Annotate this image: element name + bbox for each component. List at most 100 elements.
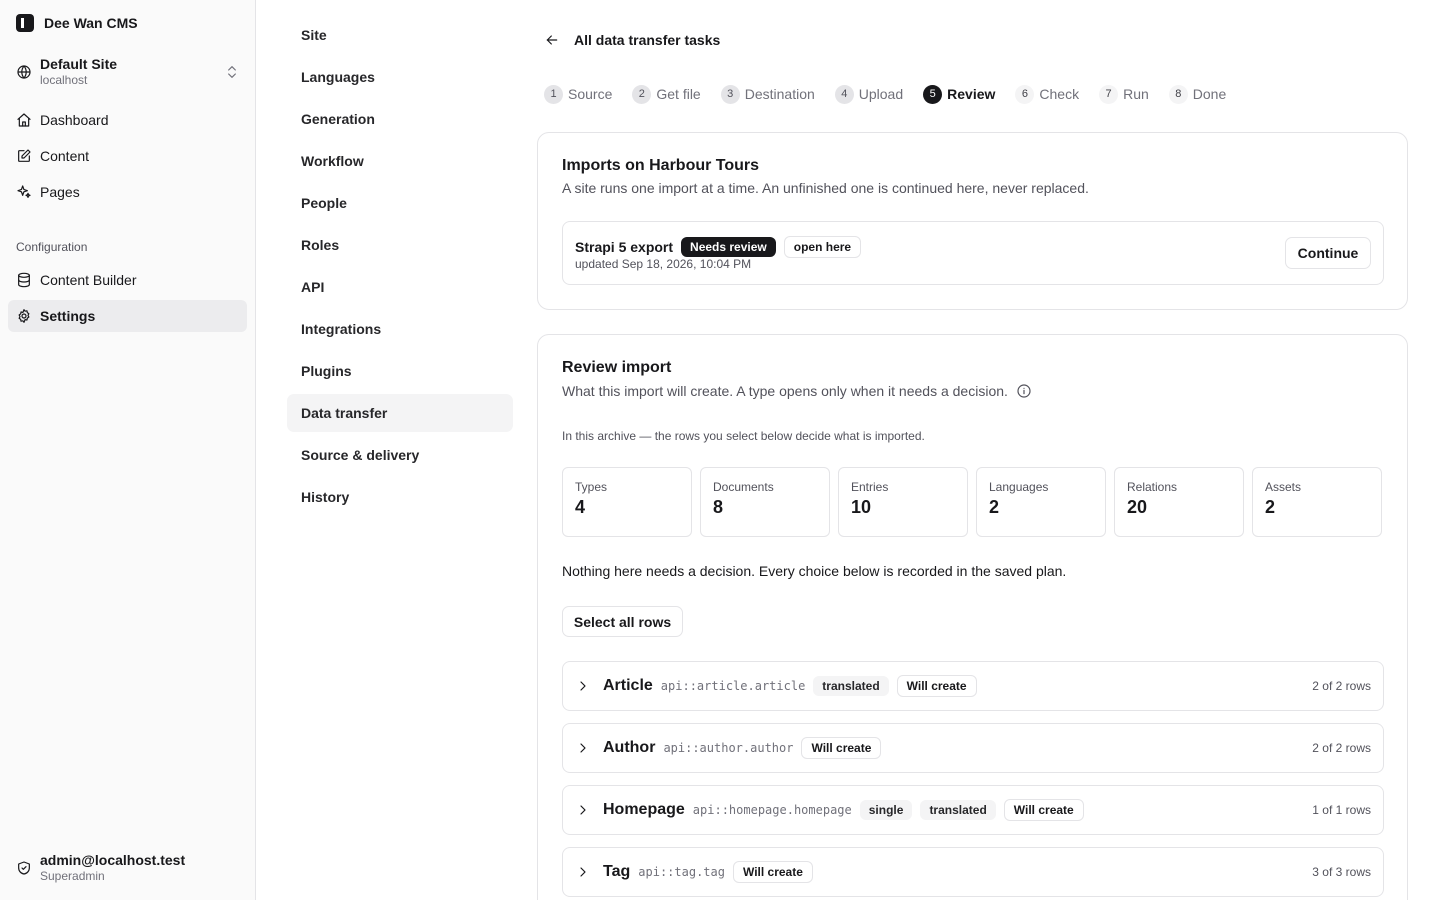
continue-button[interactable]: Continue	[1285, 237, 1371, 269]
step-source[interactable]: 1 Source	[544, 84, 613, 104]
nav-item-content[interactable]: Content	[8, 140, 247, 172]
nav-item-dashboard[interactable]: Dashboard	[8, 104, 247, 136]
archive-note: In this archive — the rows you select be…	[562, 429, 925, 443]
settings-nav-workflow[interactable]: Workflow	[287, 142, 513, 180]
home-icon	[16, 112, 32, 128]
action-badge: Will create	[1003, 799, 1084, 821]
stat-label: Entries	[851, 480, 889, 494]
type-api-id: api::article.article	[660, 679, 806, 693]
type-tag: translated	[813, 676, 889, 696]
type-tag: single	[859, 800, 913, 820]
type-name: Tag	[603, 863, 631, 880]
settings-nav-integrations[interactable]: Integrations	[287, 310, 513, 348]
chevron-right-icon	[575, 678, 591, 694]
settings-nav-plugins[interactable]: Plugins	[287, 352, 513, 390]
nav-group-configuration: Configuration	[16, 240, 88, 254]
brand[interactable]: Dee Wan CMS	[16, 14, 138, 32]
chevron-right-icon	[575, 802, 591, 818]
review-card-subtitle: What this import will create. A type ope…	[562, 383, 1008, 399]
row-count: 2 of 2 rows	[1312, 679, 1371, 693]
settings-nav-generation[interactable]: Generation	[287, 100, 513, 138]
gear-icon	[16, 308, 32, 324]
step-check[interactable]: 6 Check	[1015, 84, 1080, 104]
brand-name: Dee Wan CMS	[44, 15, 138, 31]
import-name: Strapi 5 export	[575, 239, 674, 255]
action-badge: Will create	[801, 737, 882, 759]
nav-label: Content Builder	[40, 272, 137, 288]
decision-note: Nothing here needs a decision. Every cho…	[562, 563, 1067, 579]
settings-nav-roles[interactable]: Roles	[287, 226, 513, 264]
info-icon[interactable]	[1016, 383, 1032, 399]
type-api-id: api::tag.tag	[638, 865, 725, 879]
step-run[interactable]: 7 Run	[1099, 84, 1149, 104]
arrow-left-icon	[544, 32, 560, 48]
step-number: 3	[720, 84, 740, 104]
chevron-right-icon	[575, 740, 591, 756]
user-email: admin@localhost.test	[40, 852, 186, 868]
settings-nav-people[interactable]: People	[287, 184, 513, 222]
step-label: Done	[1192, 86, 1227, 102]
import-row: Strapi 5 export Needs review open here u…	[562, 221, 1384, 285]
nav-label: Dashboard	[40, 112, 109, 128]
step-label: Check	[1039, 86, 1080, 102]
database-icon	[16, 272, 32, 288]
imports-card-subtitle: A site runs one import at a time. An unf…	[562, 180, 1089, 196]
edit-icon	[16, 148, 32, 164]
stat-documents: Documents 8	[700, 467, 830, 537]
step-upload[interactable]: 4 Upload	[834, 84, 904, 104]
type-row-article[interactable]: Article api::article.article translated …	[562, 661, 1384, 711]
stat-label: Types	[575, 480, 608, 494]
type-row-author[interactable]: Author api::author.author Will create 2 …	[562, 723, 1384, 773]
stat-label: Languages	[989, 480, 1049, 494]
step-done[interactable]: 8 Done	[1168, 84, 1227, 104]
status-badge: Needs review	[681, 237, 776, 257]
select-all-rows-button[interactable]: Select all rows	[562, 606, 683, 637]
step-label: Get file	[656, 86, 701, 102]
import-updated: updated Sep 18, 2026, 10:04 PM	[575, 257, 752, 271]
sidebar: Dee Wan CMS Default Site localhost Dashb…	[0, 0, 256, 900]
step-get-file[interactable]: 2 Get file	[632, 84, 701, 104]
type-api-id: api::homepage.homepage	[692, 803, 852, 817]
nav-item-settings[interactable]: Settings	[8, 300, 247, 332]
type-row-tag[interactable]: Tag api::tag.tag Will create 3 of 3 rows	[562, 847, 1384, 897]
step-number: 2	[632, 84, 652, 104]
step-destination[interactable]: 3 Destination	[720, 84, 815, 104]
step-label: Upload	[858, 86, 904, 102]
settings-nav-data-transfer[interactable]: Data transfer	[287, 394, 513, 432]
step-number: 5	[923, 84, 943, 104]
stat-value: 10	[851, 497, 872, 517]
back-link[interactable]: All data transfer tasks	[544, 28, 720, 52]
stat-label: Assets	[1265, 480, 1302, 494]
type-name: Author	[603, 739, 656, 756]
step-number: 4	[834, 84, 854, 104]
stat-types: Types 4	[562, 467, 692, 537]
step-number: 7	[1099, 84, 1119, 104]
back-link-label: All data transfer tasks	[574, 32, 721, 48]
row-count: 1 of 1 rows	[1312, 803, 1371, 817]
user-role: Superadmin	[40, 869, 105, 883]
shield-check-icon	[16, 860, 32, 876]
nav-label: Content	[40, 148, 90, 164]
step-number: 1	[544, 84, 563, 104]
settings-nav-source-delivery[interactable]: Source & delivery	[287, 436, 513, 474]
stat-assets: Assets 2	[1252, 467, 1382, 537]
type-row-homepage[interactable]: Homepage api::homepage.homepage single t…	[562, 785, 1384, 835]
settings-nav-history[interactable]: History	[287, 478, 513, 516]
site-host: localhost	[40, 73, 88, 87]
step-number: 6	[1015, 84, 1035, 104]
user-menu[interactable]: admin@localhost.test Superadmin	[8, 850, 248, 886]
site-switcher[interactable]: Default Site localhost	[8, 52, 248, 92]
nav-item-content-builder[interactable]: Content Builder	[8, 264, 247, 296]
wizard-steps: 1 Source 2 Get file 3 Destination 4 Upload 5…	[544, 84, 1226, 104]
step-label: Run	[1123, 86, 1149, 102]
settings-nav-languages[interactable]: Languages	[287, 58, 513, 96]
step-review[interactable]: 5 Review	[923, 84, 995, 104]
stats-grid: Types 4 Documents 8 Entries 10 Languages 2 R…	[562, 467, 1382, 537]
type-name: Homepage	[603, 801, 685, 818]
nav-item-pages[interactable]: Pages	[8, 176, 247, 208]
settings-nav-api[interactable]: API	[287, 268, 513, 306]
site-name: Default Site	[40, 56, 118, 72]
type-api-id: api::author.author	[663, 741, 794, 755]
step-label: Source	[568, 86, 613, 102]
settings-nav-site[interactable]: Site	[287, 16, 513, 54]
